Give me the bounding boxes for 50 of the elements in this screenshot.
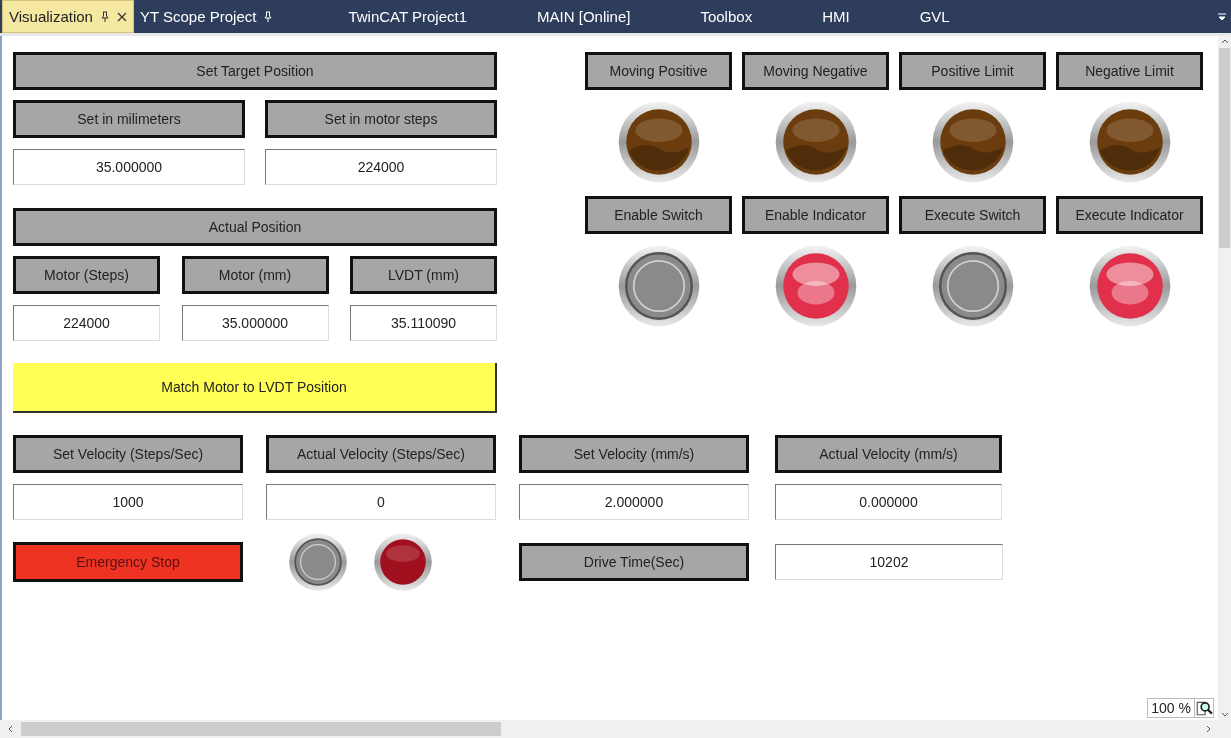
value-field[interactable]: 35.000000	[181, 305, 329, 341]
value-field[interactable]: 0.000000	[775, 484, 1002, 520]
indicator-label: Moving Positive	[585, 52, 732, 90]
field-label: Set in milimeters	[13, 100, 245, 138]
indicator-label: Positive Limit	[899, 52, 1046, 90]
value-field[interactable]: 0	[266, 484, 496, 520]
value-field[interactable]: 35.000000	[13, 149, 245, 185]
field-label: Actual Velocity (Steps/Sec)	[266, 435, 496, 473]
field-label: Drive Time(Sec)	[519, 543, 749, 581]
switch-knob[interactable]	[930, 244, 1015, 328]
field-label: Motor (mm)	[181, 256, 329, 294]
pin-icon[interactable]	[99, 10, 110, 23]
indicator-label: Moving Negative	[742, 52, 889, 90]
scroll-thumb[interactable]	[1219, 48, 1230, 248]
vertical-scrollbar[interactable]	[1218, 36, 1231, 720]
field-label: Motor (Steps)	[13, 256, 160, 294]
indicator-label: Enable Indicator	[742, 196, 889, 234]
zoom-icon[interactable]	[1194, 699, 1213, 717]
section-label: Actual Position	[13, 208, 497, 246]
field-label: Set Velocity (mm/s)	[519, 435, 749, 473]
match-button[interactable]: Match Motor to LVDT Position	[13, 363, 497, 413]
field-label: Set in motor steps	[265, 100, 497, 138]
indicator-label: Execute Switch	[899, 196, 1046, 234]
field-label: Set Velocity (Steps/Sec)	[13, 435, 243, 473]
section-label: Set Target Position	[13, 52, 497, 90]
value-field[interactable]: 35.110090	[350, 305, 497, 341]
document-tab[interactable]: TwinCAT Project1	[313, 0, 503, 33]
close-icon[interactable]	[116, 11, 127, 22]
indicator-label: Enable Switch	[585, 196, 732, 234]
document-tab[interactable]: Visualization	[2, 0, 134, 33]
scroll-thumb[interactable]	[21, 722, 501, 736]
switch-knob[interactable]	[616, 244, 701, 328]
field-label: Actual Velocity (mm/s)	[775, 435, 1002, 473]
value-field[interactable]: 224000	[13, 305, 160, 341]
field-label: LVDT (mm)	[350, 256, 497, 294]
dropdown-icon[interactable]	[1217, 11, 1227, 22]
indicator-label: Negative Limit	[1056, 52, 1203, 90]
indicator-label: Execute Indicator	[1056, 196, 1203, 234]
value-field[interactable]: 1000	[13, 484, 243, 520]
value-field[interactable]: 224000	[265, 149, 497, 185]
horizontal-scrollbar[interactable]	[0, 720, 1231, 738]
document-tab[interactable]: HMI	[787, 0, 885, 33]
document-tab[interactable]: MAIN [Online]	[502, 0, 666, 33]
pin-icon[interactable]	[263, 10, 274, 23]
value-field[interactable]: 2.000000	[519, 484, 749, 520]
document-tab[interactable]: YT Scope Project	[133, 0, 314, 33]
document-tab[interactable]: Toolbox	[665, 0, 788, 33]
document-tab[interactable]: GVL	[884, 0, 985, 33]
switch-knob[interactable]	[288, 532, 348, 592]
value-field[interactable]: 10202	[775, 544, 1003, 580]
